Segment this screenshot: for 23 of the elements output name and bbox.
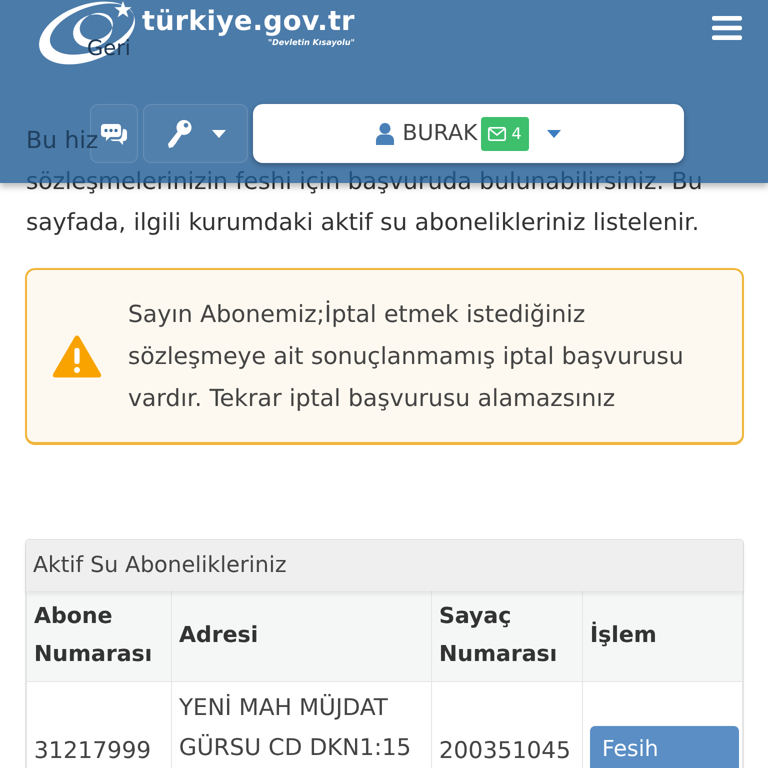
- table-cell: 31217999: [26, 681, 172, 768]
- table-cell: YENİ MAH MÜJDAT GÜRSU CD DKN1:15: [172, 681, 432, 768]
- table-cell: 200351045: [432, 681, 582, 768]
- column-header: Sayaç Numarası: [432, 591, 582, 681]
- column-header: Adresi: [172, 591, 432, 681]
- chat-icon: [101, 122, 127, 144]
- user-menu-button[interactable]: BURAK 4: [253, 104, 684, 163]
- menu-icon[interactable]: [712, 16, 742, 40]
- envelope-icon: [488, 126, 506, 140]
- panel-title: Aktif Su Abonelikleriniz: [26, 540, 743, 591]
- warning-icon: [52, 334, 102, 378]
- intro-text: Bu hiz: [26, 125, 98, 156]
- column-header: Abone Numarası: [26, 591, 172, 681]
- user-icon: [376, 122, 394, 144]
- message-count: 4: [511, 124, 522, 143]
- alert-message: Sayın Abonemiz;İptal etmek istediğiniz sözleşmeye ait sonuçlanmamış iptal başvurusu vardır. Tekrar iptal başvurusu alamazsınız: [128, 299, 685, 414]
- logo-tagline: "Devletin Kısayolu": [268, 38, 355, 48]
- caret-icon: [546, 130, 561, 138]
- logo-text: türkiye.gov.tr: [142, 6, 355, 38]
- column-header: İşlem: [582, 591, 742, 681]
- caret-icon: [212, 130, 226, 138]
- key-menu-button[interactable]: [143, 104, 248, 163]
- key-icon: [166, 118, 192, 148]
